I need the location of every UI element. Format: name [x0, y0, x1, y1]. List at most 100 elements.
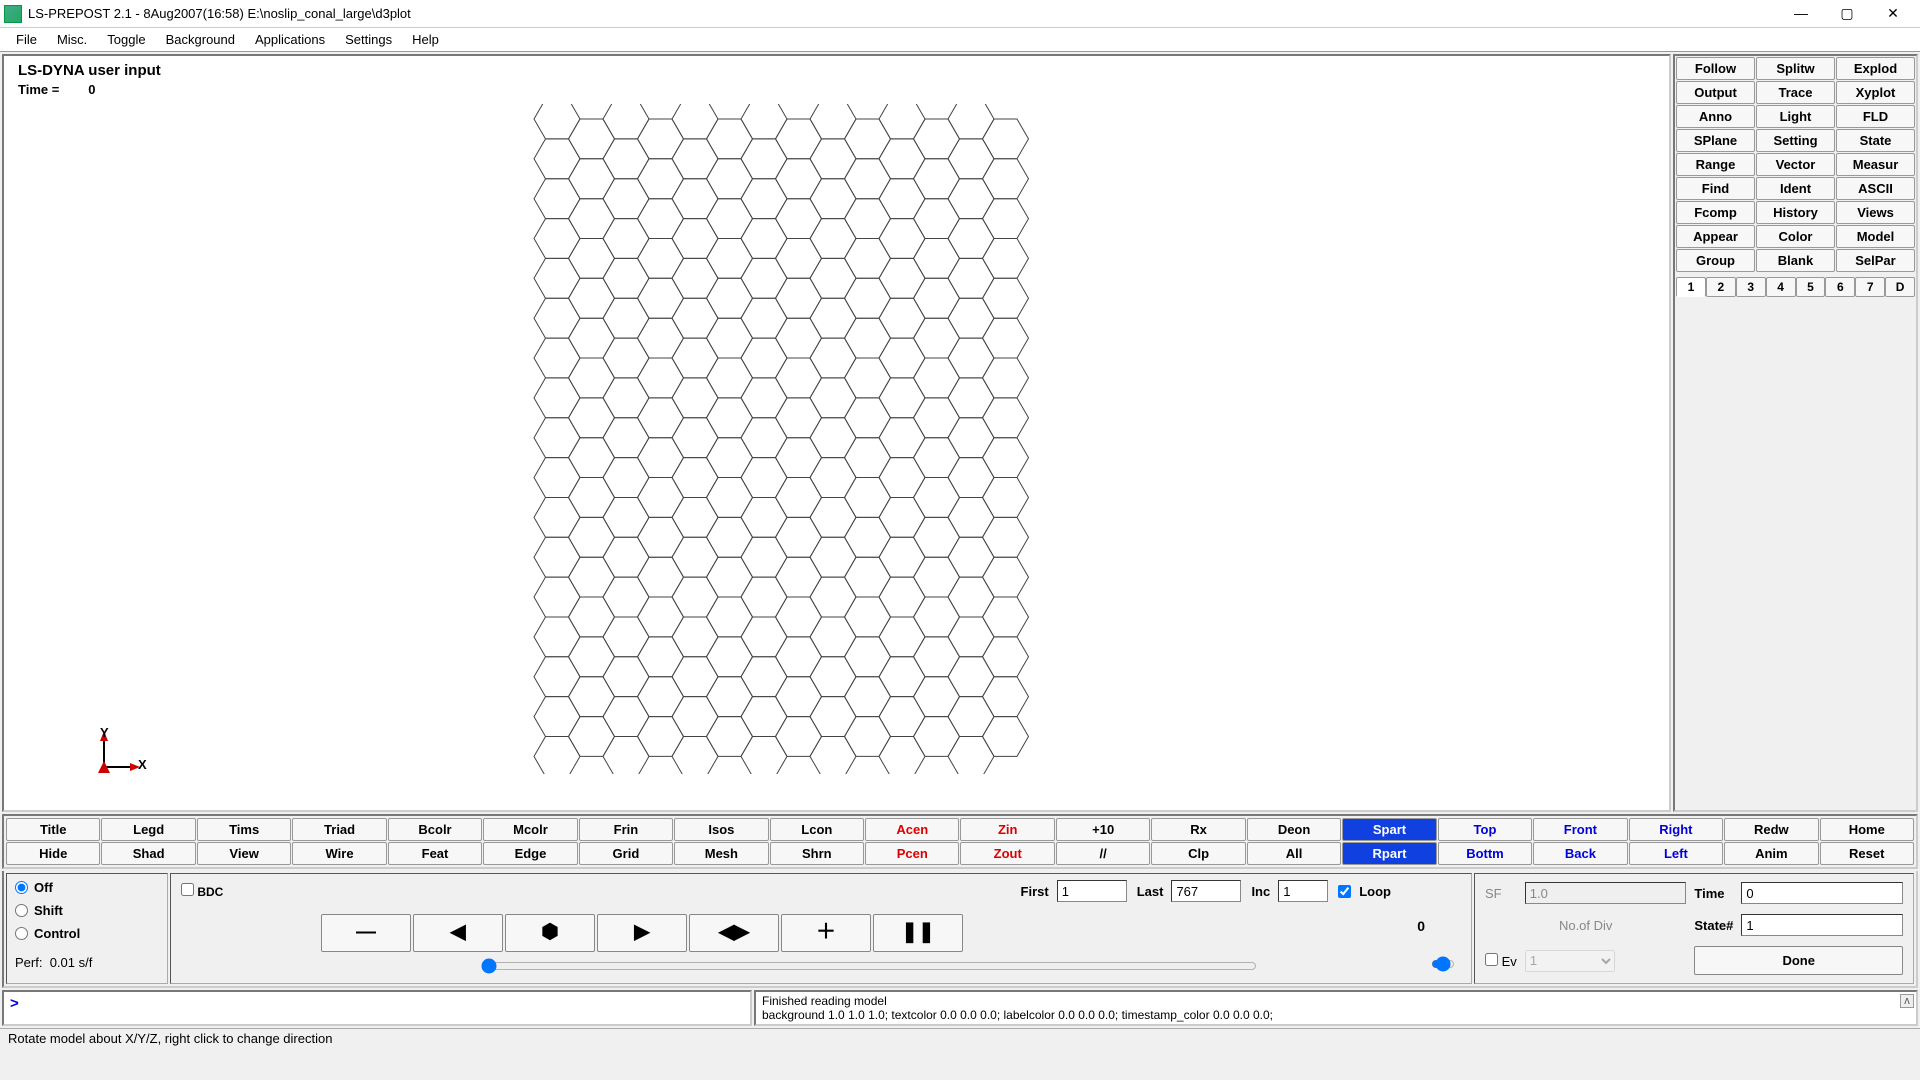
view-title[interactable]: Title: [6, 818, 100, 841]
view-rx[interactable]: Rx: [1151, 818, 1245, 841]
menu-background[interactable]: Background: [156, 30, 245, 49]
command-input[interactable]: >: [2, 990, 752, 1026]
minimize-button[interactable]: —: [1778, 4, 1824, 24]
checkbox-bdc[interactable]: BDC: [181, 883, 223, 899]
checkbox-loop[interactable]: Loop: [1338, 884, 1391, 899]
tool-output[interactable]: Output: [1676, 81, 1755, 104]
radio-control[interactable]: Control: [15, 926, 159, 941]
last-input[interactable]: [1171, 880, 1241, 902]
view-all[interactable]: All: [1247, 842, 1341, 865]
rewind-button[interactable]: ◀: [413, 914, 503, 952]
tool-appear[interactable]: Appear: [1676, 225, 1755, 248]
view-triad[interactable]: Triad: [292, 818, 386, 841]
viewport-3d[interactable]: LS-DYNA user input Time = 0 Y X: [2, 54, 1671, 812]
tool-light[interactable]: Light: [1756, 105, 1835, 128]
view-shad[interactable]: Shad: [101, 842, 195, 865]
menu-toggle[interactable]: Toggle: [97, 30, 155, 49]
view-shrn[interactable]: Shrn: [770, 842, 864, 865]
radio-off[interactable]: Off: [15, 880, 159, 895]
view-isos[interactable]: Isos: [674, 818, 768, 841]
view-pcen[interactable]: Pcen: [865, 842, 959, 865]
view-legd[interactable]: Legd: [101, 818, 195, 841]
tool-fcomp[interactable]: Fcomp: [1676, 201, 1755, 224]
minus-button[interactable]: —: [321, 914, 411, 952]
tool-find[interactable]: Find: [1676, 177, 1755, 200]
plus-button[interactable]: ＋: [781, 914, 871, 952]
view-right[interactable]: Right: [1629, 818, 1723, 841]
menu-file[interactable]: File: [6, 30, 47, 49]
tool-blank[interactable]: Blank: [1756, 249, 1835, 272]
view-lcon[interactable]: Lcon: [770, 818, 864, 841]
page-tab-3[interactable]: 3: [1736, 277, 1766, 297]
view-spart[interactable]: Spart: [1342, 818, 1436, 841]
tool-trace[interactable]: Trace: [1756, 81, 1835, 104]
view-front[interactable]: Front: [1533, 818, 1627, 841]
tool-ascii[interactable]: ASCII: [1836, 177, 1915, 200]
page-tab-1[interactable]: 1: [1676, 277, 1706, 297]
menu-help[interactable]: Help: [402, 30, 449, 49]
view-acen[interactable]: Acen: [865, 818, 959, 841]
view-redw[interactable]: Redw: [1724, 818, 1818, 841]
tool-state[interactable]: State: [1836, 129, 1915, 152]
page-tab-2[interactable]: 2: [1706, 277, 1736, 297]
tool-follow[interactable]: Follow: [1676, 57, 1755, 80]
view-top[interactable]: Top: [1438, 818, 1532, 841]
view-tims[interactable]: Tims: [197, 818, 291, 841]
tool-vector[interactable]: Vector: [1756, 153, 1835, 176]
view-clp[interactable]: Clp: [1151, 842, 1245, 865]
tool-history[interactable]: History: [1756, 201, 1835, 224]
tool-xyplot[interactable]: Xyplot: [1836, 81, 1915, 104]
pause-button[interactable]: ❚❚: [873, 914, 963, 952]
log-scroll-up[interactable]: ʌ: [1900, 994, 1914, 1008]
state-input[interactable]: [1741, 914, 1903, 936]
view-edge[interactable]: Edge: [483, 842, 577, 865]
view-mcolr[interactable]: Mcolr: [483, 818, 577, 841]
first-input[interactable]: [1057, 880, 1127, 902]
tool-color[interactable]: Color: [1756, 225, 1835, 248]
view-frin[interactable]: Frin: [579, 818, 673, 841]
tool-measur[interactable]: Measur: [1836, 153, 1915, 176]
tool-explod[interactable]: Explod: [1836, 57, 1915, 80]
view-left[interactable]: Left: [1629, 842, 1723, 865]
view-zout[interactable]: Zout: [960, 842, 1054, 865]
view-grid[interactable]: Grid: [579, 842, 673, 865]
maximize-button[interactable]: ▢: [1824, 4, 1870, 24]
view-mesh[interactable]: Mesh: [674, 842, 768, 865]
view-home[interactable]: Home: [1820, 818, 1914, 841]
close-button[interactable]: ✕: [1870, 4, 1916, 24]
view-rpart[interactable]: Rpart: [1342, 842, 1436, 865]
step-button[interactable]: ◀▶: [689, 914, 779, 952]
frame-slider[interactable]: [481, 958, 1257, 974]
tool-anno[interactable]: Anno: [1676, 105, 1755, 128]
view-10[interactable]: +10: [1056, 818, 1150, 841]
view-feat[interactable]: Feat: [388, 842, 482, 865]
menu-settings[interactable]: Settings: [335, 30, 402, 49]
view-zin[interactable]: Zin: [960, 818, 1054, 841]
stop-button[interactable]: ⬢: [505, 914, 595, 952]
tool-splitw[interactable]: Splitw: [1756, 57, 1835, 80]
time-input[interactable]: [1741, 882, 1903, 904]
tool-model[interactable]: Model: [1836, 225, 1915, 248]
tool-selpar[interactable]: SelPar: [1836, 249, 1915, 272]
tool-views[interactable]: Views: [1836, 201, 1915, 224]
radio-shift[interactable]: Shift: [15, 903, 159, 918]
tool-setting[interactable]: Setting: [1756, 129, 1835, 152]
view-[interactable]: //: [1056, 842, 1150, 865]
page-tab-7[interactable]: 7: [1855, 277, 1885, 297]
play-button[interactable]: ▶: [597, 914, 687, 952]
menu-applications[interactable]: Applications: [245, 30, 335, 49]
view-hide[interactable]: Hide: [6, 842, 100, 865]
page-tab-5[interactable]: 5: [1796, 277, 1826, 297]
view-deon[interactable]: Deon: [1247, 818, 1341, 841]
page-tab-6[interactable]: 6: [1825, 277, 1855, 297]
tool-group[interactable]: Group: [1676, 249, 1755, 272]
tool-fld[interactable]: FLD: [1836, 105, 1915, 128]
done-button[interactable]: Done: [1694, 946, 1903, 975]
checkbox-ev[interactable]: Ev: [1485, 953, 1517, 969]
page-tab-D[interactable]: D: [1885, 277, 1915, 297]
view-wire[interactable]: Wire: [292, 842, 386, 865]
view-anim[interactable]: Anim: [1724, 842, 1818, 865]
view-bcolr[interactable]: Bcolr: [388, 818, 482, 841]
inc-input[interactable]: [1278, 880, 1328, 902]
tool-splane[interactable]: SPlane: [1676, 129, 1755, 152]
